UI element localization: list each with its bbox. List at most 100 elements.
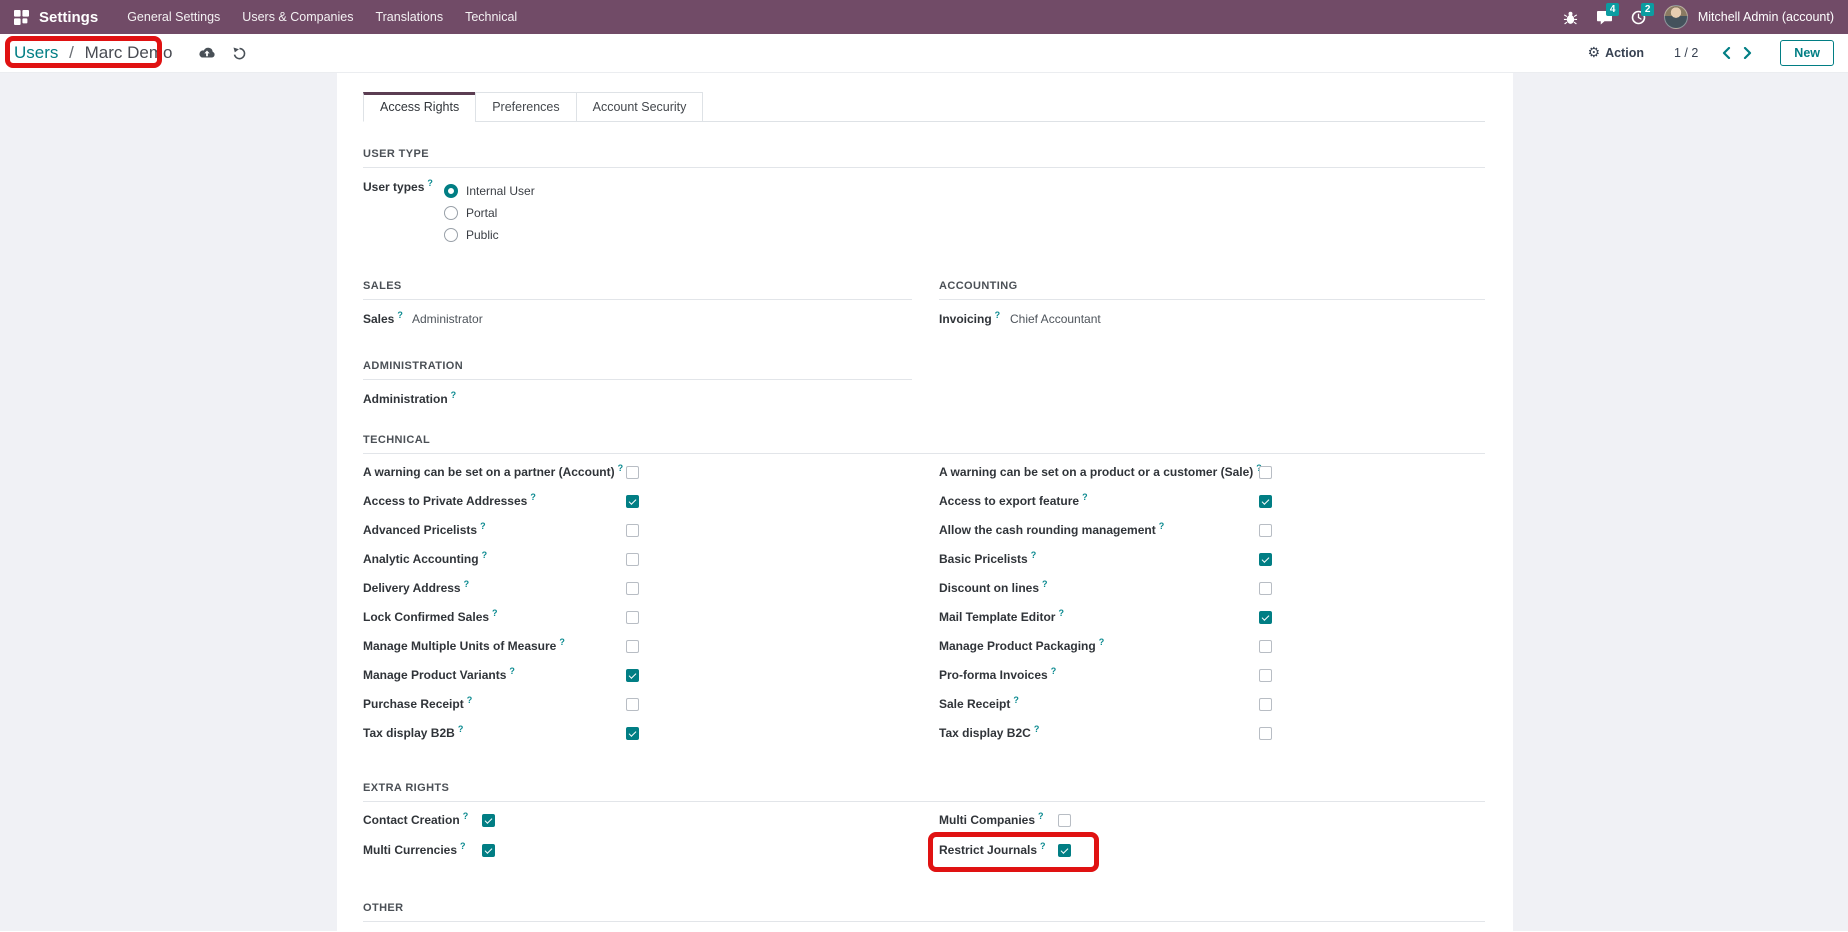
checkbox-lock-confirmed-sales[interactable] xyxy=(626,611,639,624)
extra-rights-right-column: Multi Companies?Restrict Journals? xyxy=(939,814,1485,874)
control-panel: Users / Marc Demo ⚙ Action 1 / 2 xyxy=(0,34,1848,73)
help-icon: ? xyxy=(492,608,498,618)
field-row-a-warning-can-be-set-on-a-partner-account: A warning can be set on a partner (Accou… xyxy=(363,466,912,479)
field-row-purchase-receipt: Purchase Receipt? xyxy=(363,698,912,711)
radio-option-public[interactable]: Public xyxy=(444,224,535,246)
user-avatar[interactable] xyxy=(1664,5,1688,29)
messages-icon[interactable]: 4 xyxy=(1596,10,1613,25)
checkbox-a-warning-can-be-set-on-a-partner-account[interactable] xyxy=(626,466,639,479)
checkbox-restrict-journals[interactable] xyxy=(1058,844,1071,857)
checkbox-access-to-export-feature[interactable] xyxy=(1259,495,1272,508)
menu-item-users-companies[interactable]: Users & Companies xyxy=(231,0,364,34)
help-icon: ? xyxy=(1038,811,1044,821)
radio-label-public: Public xyxy=(466,228,499,242)
checkbox-manage-product-packaging[interactable] xyxy=(1259,640,1272,653)
checkmark-icon xyxy=(1262,555,1270,563)
discard-undo-icon[interactable] xyxy=(232,46,247,61)
tab-account-security[interactable]: Account Security xyxy=(576,92,704,122)
save-cloud-icon[interactable] xyxy=(198,46,216,60)
section-other: OTHER Access to Accounting Dashboard? By… xyxy=(363,902,1485,932)
action-label: Action xyxy=(1605,46,1644,60)
pager-next-button[interactable] xyxy=(1737,47,1758,59)
help-icon: ? xyxy=(1040,841,1046,851)
field-label-basic-pricelists: Basic Pricelists? xyxy=(939,553,1259,566)
form-sheet: Access RightsPreferencesAccount Security… xyxy=(337,73,1513,931)
field-label-analytic-accounting: Analytic Accounting? xyxy=(363,553,626,566)
checkbox-manage-product-variants[interactable] xyxy=(626,669,639,682)
user-menu[interactable]: Mitchell Admin (account) xyxy=(1698,10,1834,24)
section-technical: TECHNICAL A warning can be set on a part… xyxy=(363,434,1485,756)
technical-right-column: A warning can be set on a product or a c… xyxy=(939,466,1485,756)
menu-item-general-settings[interactable]: General Settings xyxy=(116,0,231,34)
activities-clock-icon[interactable]: 2 xyxy=(1631,10,1646,25)
radio-label-portal: Portal xyxy=(466,206,497,220)
field-row-analytic-accounting: Analytic Accounting? xyxy=(363,553,912,566)
field-row-delivery-address: Delivery Address? xyxy=(363,582,912,595)
help-icon: ? xyxy=(1013,695,1019,705)
radio-input-portal[interactable] xyxy=(444,206,458,220)
checkmark-icon xyxy=(1061,846,1069,854)
checkbox-discount-on-lines[interactable] xyxy=(1259,582,1272,595)
invoicing-value[interactable]: Chief Accountant xyxy=(1010,312,1101,326)
radio-option-portal[interactable]: Portal xyxy=(444,202,535,224)
help-icon: ? xyxy=(1099,637,1105,647)
field-label-purchase-receipt: Purchase Receipt? xyxy=(363,698,626,711)
tab-access-rights[interactable]: Access Rights xyxy=(363,92,476,122)
checkbox-a-warning-can-be-set-on-a-product-or-a-customer-sale[interactable] xyxy=(1259,466,1272,479)
checkbox-access-to-private-addresses[interactable] xyxy=(626,495,639,508)
checkbox-purchase-receipt[interactable] xyxy=(626,698,639,711)
checkbox-tax-display-b2c[interactable] xyxy=(1259,727,1272,740)
pager-previous-button[interactable] xyxy=(1716,47,1737,59)
field-row-tax-display-b2b: Tax display B2B? xyxy=(363,727,912,740)
field-label-access-to-export-feature: Access to export feature? xyxy=(939,495,1259,508)
help-icon: ? xyxy=(509,666,515,676)
action-menu-button[interactable]: ⚙ Action xyxy=(1588,46,1644,60)
checkmark-icon xyxy=(1262,497,1270,505)
breadcrumb-current: Marc Demo xyxy=(85,43,173,62)
breadcrumb: Users / Marc Demo xyxy=(14,41,172,65)
section-title-user-type: USER TYPE xyxy=(363,148,1485,168)
checkbox-advanced-pricelists[interactable] xyxy=(626,524,639,537)
radio-option-internal-user[interactable]: Internal User xyxy=(444,180,535,202)
help-icon: ? xyxy=(1031,550,1037,560)
field-row-multi-companies: Multi Companies? xyxy=(939,814,1485,827)
checkmark-icon xyxy=(629,671,637,679)
checkbox-analytic-accounting[interactable] xyxy=(626,553,639,566)
technical-left-column: A warning can be set on a partner (Accou… xyxy=(363,466,912,756)
help-icon: ? xyxy=(482,550,488,560)
section-title-extra-rights: EXTRA RIGHTS xyxy=(363,782,1485,802)
checkbox-basic-pricelists[interactable] xyxy=(1259,553,1272,566)
menu-item-translations[interactable]: Translations xyxy=(364,0,454,34)
field-label-manage-product-packaging: Manage Product Packaging? xyxy=(939,640,1259,653)
checkbox-allow-the-cash-rounding-management[interactable] xyxy=(1259,524,1272,537)
administration-label: Administration? xyxy=(363,392,456,406)
radio-input-internal-user[interactable] xyxy=(444,184,458,198)
checkbox-delivery-address[interactable] xyxy=(626,582,639,595)
checkbox-contact-creation[interactable] xyxy=(482,814,495,827)
help-icon: ? xyxy=(559,637,565,647)
checkbox-mail-template-editor[interactable] xyxy=(1259,611,1272,624)
checkbox-manage-multiple-units-of-measure[interactable] xyxy=(626,640,639,653)
section-title-accounting: ACCOUNTING xyxy=(939,280,1485,300)
checkbox-pro-forma-invoices[interactable] xyxy=(1259,669,1272,682)
section-accounting: ACCOUNTING Invoicing? Chief Accountant xyxy=(939,280,1485,326)
field-label-a-warning-can-be-set-on-a-product-or-a-customer-sale: A warning can be set on a product or a c… xyxy=(939,466,1259,479)
menu-item-technical[interactable]: Technical xyxy=(454,0,528,34)
field-label-delivery-address: Delivery Address? xyxy=(363,582,626,595)
tab-preferences[interactable]: Preferences xyxy=(475,92,576,122)
new-button[interactable]: New xyxy=(1780,40,1834,66)
radio-input-public[interactable] xyxy=(444,228,458,242)
section-title-technical: TECHNICAL xyxy=(363,434,1485,454)
form-view-background: Access RightsPreferencesAccount Security… xyxy=(0,73,1848,931)
field-row-tax-display-b2c: Tax display B2C? xyxy=(939,727,1485,740)
checkbox-multi-companies[interactable] xyxy=(1058,814,1071,827)
checkbox-sale-receipt[interactable] xyxy=(1259,698,1272,711)
field-label-a-warning-can-be-set-on-a-partner-account: A warning can be set on a partner (Accou… xyxy=(363,466,626,479)
checkbox-multi-currencies[interactable] xyxy=(482,844,495,857)
breadcrumb-users-link[interactable]: Users xyxy=(14,43,58,62)
sales-value[interactable]: Administrator xyxy=(412,312,483,326)
debug-bug-icon[interactable] xyxy=(1563,10,1578,25)
checkbox-tax-display-b2b[interactable] xyxy=(626,727,639,740)
apps-grid-icon[interactable] xyxy=(14,10,29,25)
app-name[interactable]: Settings xyxy=(39,9,98,26)
